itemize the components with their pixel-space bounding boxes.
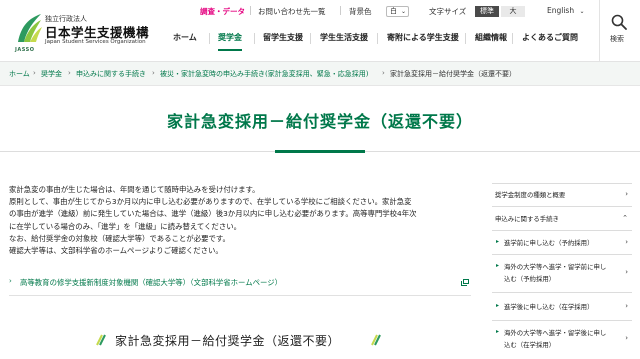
sidebar-subitem-before-entry[interactable]: ▸ 進学前に申し込む（予約採用） › <box>492 231 632 255</box>
divider <box>254 33 255 44</box>
divider <box>250 6 251 15</box>
bg-color-label: 背景色 <box>349 7 372 16</box>
sidebar-item-label-cont: 込む（在学採用） <box>504 341 556 349</box>
nav-home[interactable]: ホーム <box>173 32 197 43</box>
title-accent-bar <box>275 150 365 153</box>
breadcrumb-separator: › <box>382 69 385 77</box>
intro-line: の事由が進学（進級）前に発生していた場合は、進学（進級）後3か月以内に申し込む必… <box>9 209 417 219</box>
breadcrumb-current: 家計急変採用－給付奨学金（返還不要） <box>390 70 516 78</box>
intro-line: 確認大学等は、文部科学省のホームページよりご確認ください。 <box>9 246 223 256</box>
site-logo[interactable]: 独立行政法人 日本学生支援機構 Japan Student Services O… <box>15 12 149 53</box>
sidebar-item-label: 海外の大学等へ進学・留学前に申し <box>504 263 607 271</box>
nav-international-students[interactable]: 留学生支援 <box>263 32 303 43</box>
divider <box>310 33 311 44</box>
nav-scholarship[interactable]: 奨学金 <box>218 32 242 51</box>
divider <box>9 295 471 296</box>
text-size-standard-button[interactable]: 標準 <box>475 6 499 17</box>
research-data-link[interactable]: 調査・データ <box>200 6 245 17</box>
sidebar-item-label: 進学後に申し込む（在学採用） <box>504 303 594 311</box>
mext-external-link[interactable]: › 高等教育の修学支援新制度対象機関（確認大学等）（文部科学省ホームページ） <box>9 276 471 288</box>
breadcrumb-home[interactable]: ホーム <box>9 69 30 79</box>
page-title: 家計急変採用－給付奨学金（返還不要） <box>166 112 473 131</box>
nav-donation-support[interactable]: 寄附による学生支援 <box>387 32 459 43</box>
sidebar-item-label: 海外の大学等へ進学・留学後に申し <box>504 329 607 337</box>
breadcrumb-separator: › <box>68 69 71 77</box>
breadcrumb-separator: › <box>33 69 36 77</box>
section-heading-text: 家計急変採用－給付奨学金（返還不要） <box>115 334 341 348</box>
bullet-icon: ▸ <box>496 302 500 309</box>
jasso-logo-icon <box>18 14 42 42</box>
sidebar-item-scholarship-types[interactable]: 奨学金制度の種類と概要 › <box>492 183 632 207</box>
intro-line: 家計急変の事由が生じた場合は、年間を通じて随時申込みを受け付けます。 <box>9 185 260 194</box>
chevron-right-icon: › <box>625 302 628 310</box>
breadcrumb: ホーム › 奨学金 › 申込みに関する手続き › 被災・家計急変時の申込み手続き… <box>0 62 640 86</box>
chevron-up-icon: ⌃ <box>622 214 628 222</box>
chevron-down-icon: ⌄ <box>400 8 406 15</box>
chevron-right-icon: › <box>625 238 628 246</box>
divider <box>377 33 378 44</box>
logo-org-name-en: Japan Student Services Organization <box>45 39 146 45</box>
divider <box>340 6 341 15</box>
divider <box>209 33 210 44</box>
heading-decoration-icon <box>371 334 381 346</box>
bg-color-value: 白 <box>390 7 397 15</box>
sidebar-subitem-after-entry[interactable]: ▸ 進学後に申し込む（在学採用） › <box>492 293 632 321</box>
logo-jasso-text: JASSO <box>15 47 35 53</box>
language-label: English <box>547 6 575 15</box>
external-link-label: 高等教育の修学支援新制度対象機関（確認大学等）（文部科学省ホームページ） <box>20 278 282 287</box>
sidebar-subitem-overseas-before[interactable]: ▸ 海外の大学等へ進学・留学前に申し 込む（予約採用） › <box>492 255 632 293</box>
search-button[interactable]: 検索 <box>599 0 640 62</box>
intro-text: 家計急変の事由が生じた場合は、年間を通じて随時申込みを受け付けます。 原則として… <box>9 184 471 257</box>
chevron-right-icon: › <box>625 334 628 342</box>
chevron-right-icon: › <box>625 268 628 276</box>
heading-decoration-icon <box>96 334 106 346</box>
bullet-icon: ▸ <box>496 262 500 269</box>
sidebar-item-application-procedures[interactable]: 申込みに関する手続き ⌃ <box>492 207 632 231</box>
intro-line: に在学している場合のみ、「進学」を「進級」に読み替えてください。 <box>9 221 241 231</box>
breadcrumb-separator: › <box>152 69 155 77</box>
breadcrumb-application-procedures[interactable]: 申込みに関する手続き <box>76 69 146 79</box>
nav-student-life[interactable]: 学生生活支援 <box>320 32 368 43</box>
search-icon <box>611 14 627 30</box>
text-size-large-button[interactable]: 大 <box>501 6 525 17</box>
bullet-icon: ▸ <box>496 328 500 335</box>
contact-list-link[interactable]: お問い合わせ先一覧 <box>258 6 326 17</box>
intro-line: なお、給付奨学金の対象校（確認大学等）であることが必要です。 <box>9 233 230 243</box>
breadcrumb-disaster-procedures[interactable]: 被災・家計急変時の申込み手続き(家計急変採用、緊急・応急採用) <box>160 69 368 79</box>
chevron-down-icon: ⌄ <box>579 8 585 15</box>
intro-line: 原則として、事由が生じてから3か月以内に申し込む必要がありますので、在学している… <box>9 197 412 207</box>
sidebar-item-label: 申込みに関する手続き <box>495 215 559 223</box>
breadcrumb-scholarship[interactable]: 奨学金 <box>41 69 62 79</box>
divider <box>512 33 513 44</box>
nav-faq[interactable]: よくあるご質問 <box>522 32 578 43</box>
search-label: 検索 <box>610 35 624 43</box>
language-switch[interactable]: English ⌄ <box>547 6 585 15</box>
sidebar-item-label-cont: 込む（予約採用） <box>504 275 556 283</box>
arrow-right-icon: › <box>9 277 12 285</box>
sidebar-item-label: 奨学金制度の種類と概要 <box>495 191 566 199</box>
chevron-right-icon: › <box>625 190 628 198</box>
sidebar-item-label: 進学前に申し込む（予約採用） <box>504 239 594 247</box>
bullet-icon: ▸ <box>496 238 500 245</box>
text-size-label: 文字サイズ <box>429 7 467 16</box>
bg-color-select[interactable]: 白 ⌄ <box>386 6 409 17</box>
sidebar-subitem-overseas-after[interactable]: ▸ 海外の大学等へ進学・留学後に申し 込む（在学採用） › <box>492 321 632 359</box>
external-window-icon <box>461 279 469 286</box>
nav-organization[interactable]: 組織情報 <box>475 32 507 43</box>
section-heading: 家計急変採用－給付奨学金（返還不要） <box>95 331 385 351</box>
divider <box>465 33 466 44</box>
site-header: 独立行政法人 日本学生支援機構 Japan Student Services O… <box>0 0 640 62</box>
